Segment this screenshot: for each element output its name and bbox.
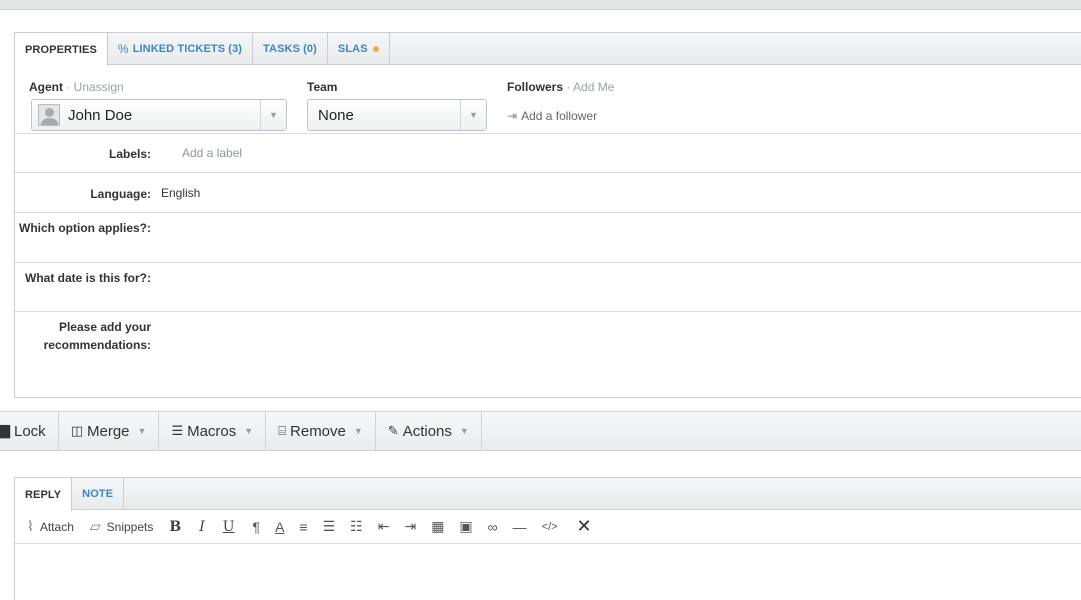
field-label: What date is this for?: xyxy=(25,271,151,285)
properties-tabbar: PROPERTIES % LINKED TICKETS (3) TASKS (0)… xyxy=(15,33,1081,66)
tab-tasks[interactable]: TASKS (0) xyxy=(253,33,328,64)
unassign-link[interactable]: Unassign xyxy=(74,80,124,94)
language-value[interactable]: English xyxy=(161,186,200,200)
merge-button[interactable]: ◫ Merge ▼ xyxy=(59,412,160,450)
lock-button[interactable]: ▇ Lock xyxy=(0,412,59,450)
add-me-link[interactable]: Add Me xyxy=(573,80,614,94)
code-icon[interactable]: </> xyxy=(542,521,558,533)
attach-button[interactable]: ⌇ Attach xyxy=(27,518,74,535)
trash-icon: ⌸ xyxy=(278,423,287,438)
italic-button[interactable]: I xyxy=(199,519,205,535)
columns-icon: ◫ xyxy=(70,423,83,438)
tab-properties[interactable]: PROPERTIES xyxy=(15,33,108,66)
tab-reply[interactable]: REPLY xyxy=(15,478,73,511)
chevron-down-icon: ▼ xyxy=(459,426,469,436)
remove-button[interactable]: ⌸ Remove ▼ xyxy=(266,412,376,450)
field-row-date: What date is this for?: xyxy=(15,263,1081,312)
reply-tabbar: REPLY NOTE xyxy=(15,478,1081,511)
snippets-button[interactable]: ▱ Snippets xyxy=(90,518,153,535)
unordered-list-icon[interactable]: ☰ xyxy=(323,518,336,535)
team-label: Team xyxy=(307,80,338,94)
actions-button[interactable]: ✎ Actions ▼ xyxy=(376,412,482,450)
editor-toolbar: ⌇ Attach ▱ Snippets B I U ¶ A ≡ ☰ ☷ ⇤ ⇥ ▦ … xyxy=(15,510,1081,544)
reply-editor[interactable] xyxy=(15,544,1081,600)
sla-status-dot-icon xyxy=(372,45,379,52)
paperclip-icon: ⌇ xyxy=(27,518,34,534)
field-row-language: Language: English xyxy=(15,173,1081,213)
outdent-icon[interactable]: ⇤ xyxy=(378,518,390,535)
followers-label: Followers · Add Me xyxy=(507,80,615,94)
field-label: Please add your recommendations: xyxy=(43,320,151,352)
edit-icon: ✎ xyxy=(387,423,399,438)
chevron-down-icon: ▼ xyxy=(460,100,486,130)
field-row-recommendations: Please add your recommendations: xyxy=(15,312,1081,364)
chevron-down-icon: ▼ xyxy=(353,426,363,436)
sign-in-icon: ⇥ xyxy=(507,109,518,123)
bold-button[interactable]: B xyxy=(169,519,181,535)
field-label: Labels: xyxy=(108,147,151,161)
chevron-down-icon: ▼ xyxy=(244,426,254,436)
lock-icon: ▇ xyxy=(0,423,10,438)
agent-value: John Doe xyxy=(68,106,133,124)
ordered-list-icon[interactable]: ☷ xyxy=(350,518,363,535)
horizontal-rule-icon[interactable]: — xyxy=(513,519,527,535)
assignment-section: Agent · Unassign John Doe ▼ Team None ▼ … xyxy=(15,65,1081,134)
underline-button[interactable]: U xyxy=(223,519,235,535)
reply-panel: REPLY NOTE ⌇ Attach ▱ Snippets B I U ¶ A ≡… xyxy=(14,477,1081,600)
field-label: Which option applies?: xyxy=(19,221,151,235)
paragraph-icon[interactable]: ¶ xyxy=(253,519,261,535)
tab-slas[interactable]: SLAS xyxy=(328,33,390,64)
table-icon[interactable]: ▦ xyxy=(431,518,444,535)
field-row-labels: Labels: Add a label xyxy=(15,134,1081,173)
align-icon[interactable]: ≡ xyxy=(299,519,307,535)
indent-icon[interactable]: ⇥ xyxy=(404,518,416,535)
link-icon: % xyxy=(117,41,129,56)
tab-linked-tickets[interactable]: % LINKED TICKETS (3) xyxy=(108,33,254,64)
chevron-down-icon: ▼ xyxy=(260,100,286,130)
ticket-toolbar: ▇ Lock ◫ Merge ▼ ☰ Macros ▼ ⌸ Remove ▼ ✎ Actions… xyxy=(0,411,1081,451)
tab-note[interactable]: NOTE xyxy=(72,478,125,509)
properties-panel: PROPERTIES % LINKED TICKETS (3) TASKS (0)… xyxy=(14,32,1081,398)
field-row-option: Which option applies?: xyxy=(15,213,1081,263)
chevron-down-icon: ▼ xyxy=(137,426,147,436)
team-select[interactable]: None ▼ xyxy=(307,99,487,131)
macros-button[interactable]: ☰ Macros ▼ xyxy=(159,412,267,450)
snippet-icon: ▱ xyxy=(89,518,101,534)
agent-label: Agent · Unassign xyxy=(29,80,124,94)
add-follower-button[interactable]: ⇥ Add a follower xyxy=(507,109,597,123)
image-icon[interactable]: ▣ xyxy=(459,518,472,535)
team-value: None xyxy=(318,106,354,124)
list-icon: ☰ xyxy=(171,423,184,438)
link-icon[interactable]: ∞ xyxy=(488,519,498,535)
agent-select[interactable]: John Doe ▼ xyxy=(31,99,287,131)
text-color-icon[interactable]: A xyxy=(275,519,284,535)
top-strip xyxy=(0,0,1081,10)
add-label-input[interactable]: Add a label xyxy=(182,146,242,160)
close-icon[interactable]: ✕ xyxy=(577,516,592,537)
field-label: Language: xyxy=(90,187,151,201)
avatar xyxy=(38,104,60,126)
